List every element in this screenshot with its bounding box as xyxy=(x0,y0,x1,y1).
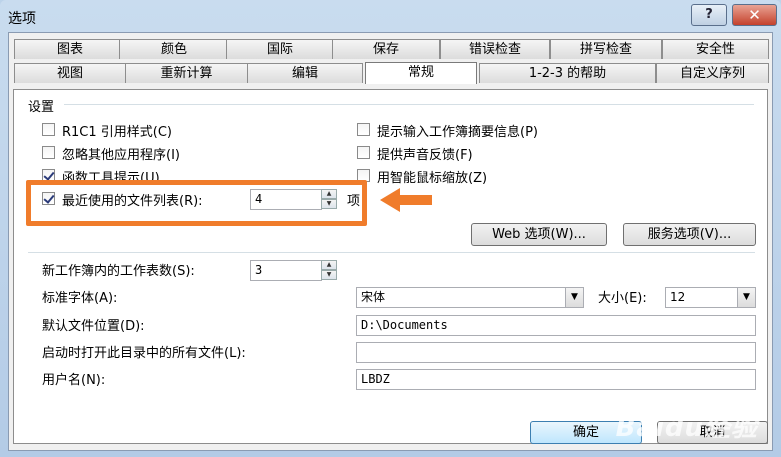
sheets-label: 新工作簿内的工作表数(S): xyxy=(42,264,195,279)
chevron-down-icon[interactable]: ▼ xyxy=(565,288,583,307)
dialog-title: 选项 xyxy=(8,11,36,27)
tab-custom-lists[interactable]: 自定义序列 xyxy=(656,63,769,83)
prompt-props-label: 提示输入工作簿摘要信息(P) xyxy=(377,125,538,140)
tab-chart[interactable]: 图表 xyxy=(14,39,126,59)
size-label: 大小(E): xyxy=(598,291,647,306)
tab-spelling[interactable]: 拼写检查 xyxy=(550,39,662,59)
font-value: 宋体 xyxy=(361,290,386,304)
tab-view[interactable]: 视图 xyxy=(14,63,126,83)
group-divider xyxy=(64,104,754,105)
title-bar[interactable]: 选项 ? ✕ xyxy=(0,0,781,32)
tab-calculation[interactable]: 重新计算 xyxy=(125,63,248,83)
tab-save[interactable]: 保存 xyxy=(332,39,440,59)
web-options-button[interactable]: Web 选项(W)... xyxy=(471,223,607,246)
size-value: 12 xyxy=(670,290,686,304)
help-button[interactable]: ? xyxy=(691,4,727,26)
r1c1-checkbox[interactable] xyxy=(42,123,55,136)
arrow-annotation-icon xyxy=(380,188,432,212)
ignore-apps-checkbox[interactable] xyxy=(42,146,55,159)
startup-input[interactable] xyxy=(356,342,756,363)
username-input[interactable]: LBDZ xyxy=(356,369,756,390)
font-select[interactable]: 宋体 ▼ xyxy=(356,287,584,308)
sheets-spinner[interactable]: ▲ ▼ xyxy=(321,260,337,281)
tab-lotus-help[interactable]: 1-2-3 的帮助 xyxy=(479,63,656,83)
username-label: 用户名(N): xyxy=(42,373,106,388)
default-path-label: 默认文件位置(D): xyxy=(42,319,145,334)
service-options-button[interactable]: 服务选项(V)... xyxy=(623,223,756,246)
startup-label: 启动时打开此目录中的所有文件(L): xyxy=(42,346,246,361)
spin-up-icon[interactable]: ▲ xyxy=(321,260,337,270)
settings-group-label: 设置 xyxy=(28,100,55,115)
r1c1-label: R1C1 引用样式(C) xyxy=(62,125,173,140)
watermark-logo: Baidu经验 xyxy=(615,413,758,443)
font-label: 标准字体(A): xyxy=(42,291,118,306)
dialog-client: 图表 颜色 国际 保存 错误检查 拼写检查 安全性 视图 重新计算 编辑 常规 … xyxy=(8,32,773,451)
close-button[interactable]: ✕ xyxy=(732,4,777,26)
default-path-input[interactable]: D:\Documents xyxy=(356,315,756,336)
general-panel: 设置 R1C1 引用样式(C) 忽略其他应用程序(I) 函数工具提示(U) 最近… xyxy=(13,89,768,444)
tab-error-check[interactable]: 错误检查 xyxy=(440,39,550,59)
tab-color[interactable]: 颜色 xyxy=(119,39,229,59)
sound-feedback-label: 提供声音反馈(F) xyxy=(377,148,473,163)
size-select[interactable]: 12 ▼ xyxy=(665,287,756,308)
zoom-mouse-label: 用智能鼠标缩放(Z) xyxy=(377,171,488,186)
tab-edit[interactable]: 编辑 xyxy=(247,63,363,83)
prompt-props-checkbox[interactable] xyxy=(357,123,370,136)
options-dialog: 选项 ? ✕ 图表 颜色 国际 保存 错误检查 拼写检查 安全性 视图 重新计算… xyxy=(0,0,781,457)
spin-down-icon[interactable]: ▼ xyxy=(321,270,337,280)
tab-international[interactable]: 国际 xyxy=(226,39,334,59)
section-divider xyxy=(28,252,755,253)
chevron-down-icon[interactable]: ▼ xyxy=(737,288,755,307)
sheets-input[interactable]: 3 xyxy=(250,260,322,281)
sound-feedback-checkbox[interactable] xyxy=(357,146,370,159)
tab-general[interactable]: 常规 xyxy=(365,62,477,84)
ignore-apps-label: 忽略其他应用程序(I) xyxy=(62,148,180,163)
highlight-box xyxy=(26,180,367,226)
tab-security[interactable]: 安全性 xyxy=(662,39,769,59)
